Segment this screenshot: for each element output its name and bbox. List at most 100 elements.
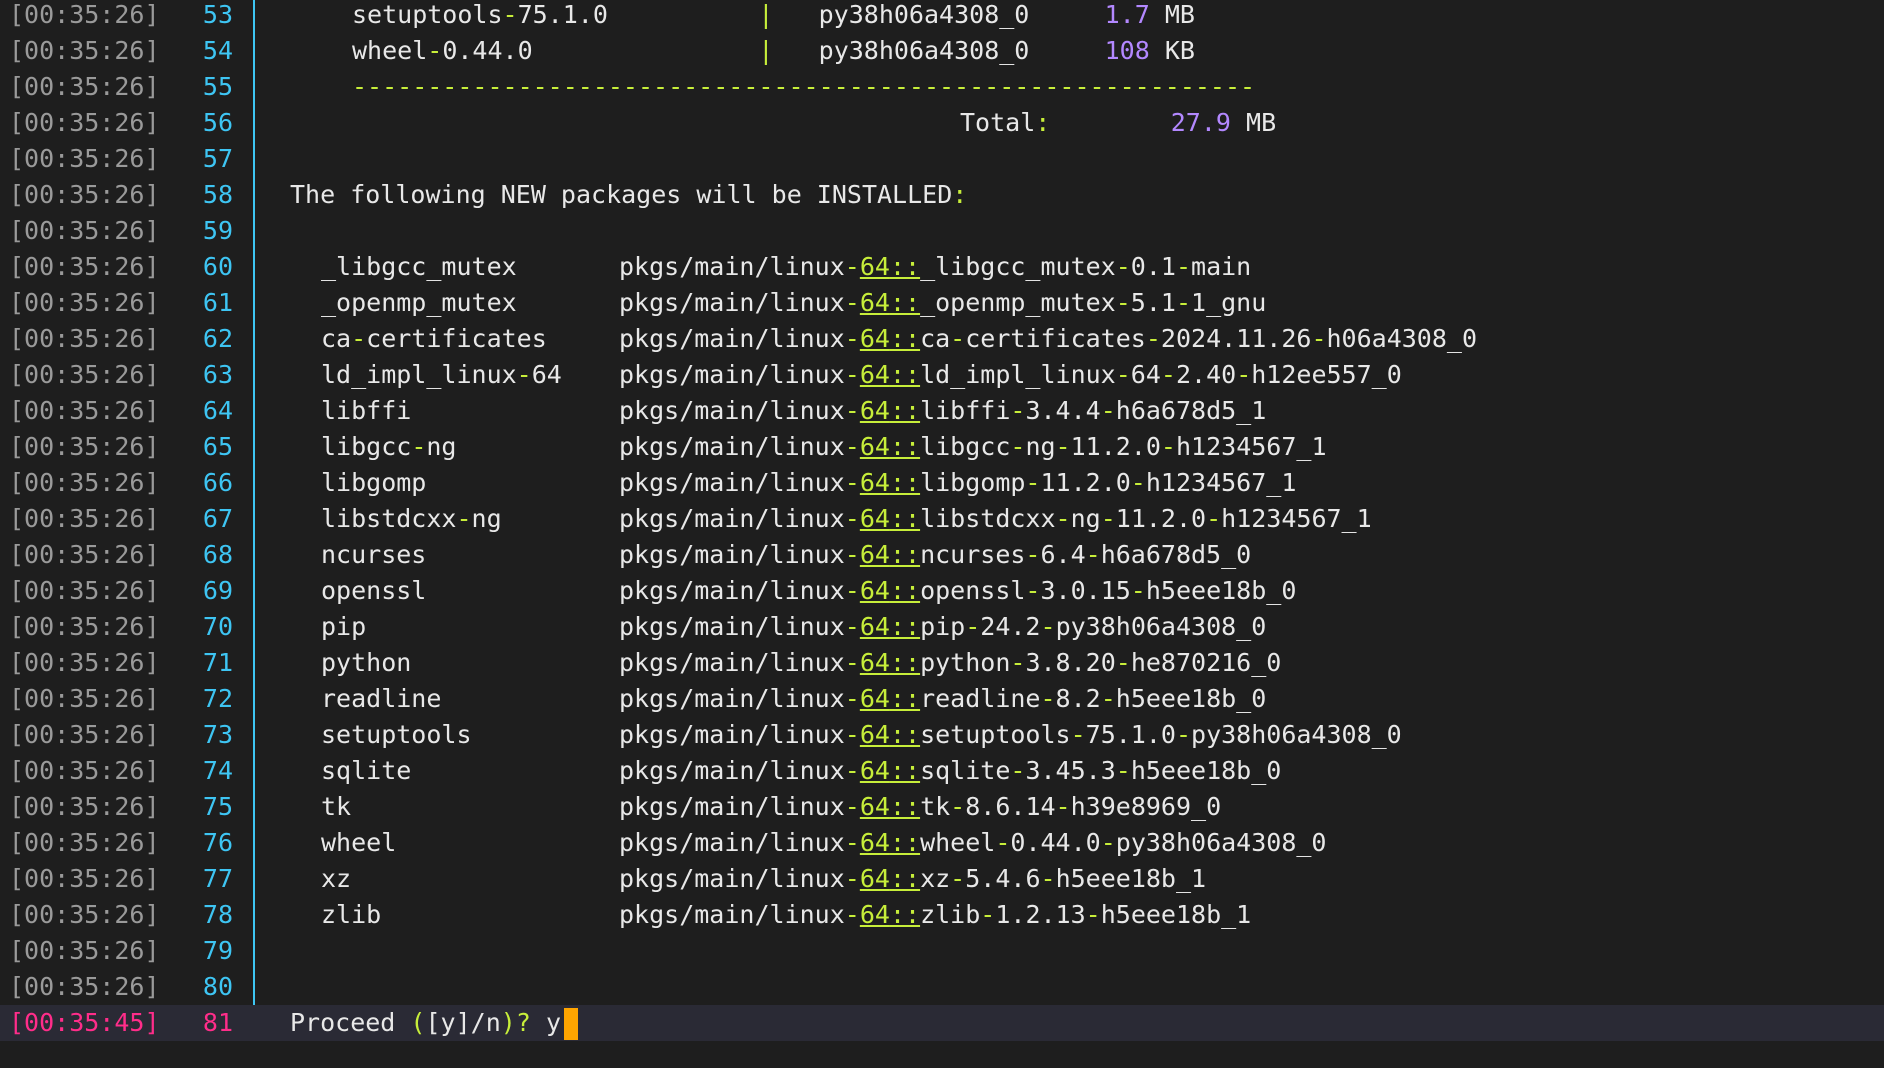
package-name: ncurses	[321, 540, 427, 569]
terminal-line: [00:35:26] 75 tk pkgs/main/linux-64::tk-8.6…	[0, 789, 1884, 825]
channel-separator: ::	[889, 360, 921, 389]
terminal-line: [00:35:26] 53 setuptools-75.1.0 | py38h06a…	[0, 0, 1884, 33]
line-content: tk pkgs/main/linux-64::tk-8.6.14-h39e8969…	[321, 789, 1221, 825]
channel-hyphen: -	[844, 468, 860, 497]
line-number: 62	[202, 324, 233, 353]
line-number: 65	[202, 432, 233, 461]
terminal-line: [00:35:26] 63 ld_impl_linux-64 pkgs/main/li…	[0, 357, 1884, 393]
package-spec: libgomp-11.2.0-h1234567_1	[920, 468, 1297, 497]
text-cursor	[564, 1008, 578, 1040]
channel-separator: ::	[889, 396, 921, 425]
package-spec: wheel-0.44.0-py38h06a4308_0	[920, 828, 1327, 857]
package-spec: tk-8.6.14-h39e8969_0	[920, 792, 1222, 821]
line-content: Proceed ([y]/n)? y	[290, 1005, 578, 1041]
channel-hyphen: -	[844, 252, 860, 281]
package-spec: _openmp_mutex-5.1-1_gnu	[920, 288, 1267, 317]
line-number: 63	[202, 360, 233, 389]
line-number: 53	[202, 0, 233, 29]
terminal-line: [00:35:26] 62 ca-certificates pkgs/main/lin…	[0, 321, 1884, 357]
package-name: libffi	[321, 396, 412, 425]
channel-arch: 64	[859, 720, 890, 749]
channel-separator: ::	[889, 540, 921, 569]
terminal-line: [00:35:26] 68 ncurses pkgs/main/linux-64::n…	[0, 537, 1884, 573]
line-number: 60	[202, 252, 233, 281]
channel-separator: ::	[889, 828, 921, 857]
terminal-line: [00:35:26] 78 zlib pkgs/main/linux-64::zlib…	[0, 897, 1884, 933]
terminal-line: [00:35:26] 71 python pkgs/main/linux-64::py…	[0, 645, 1884, 681]
package-name: openssl	[321, 576, 427, 605]
total-label: Total	[960, 108, 1036, 137]
terminal-line: [00:35:26] 74 sqlite pkgs/main/linux-64::sq…	[0, 753, 1884, 789]
channel-arch: 64	[859, 576, 890, 605]
package-spec: zlib-1.2.13-h5eee18b_1	[920, 900, 1252, 929]
package-spec: python-3.8.20-he870216_0	[920, 648, 1282, 677]
prompt-input[interactable]: y	[546, 1008, 561, 1037]
package-name: ca-certificates	[321, 324, 547, 353]
channel-hyphen: -	[844, 396, 860, 425]
line-content: _libgcc_mutex pkgs/main/linux-64::_libgcc…	[321, 249, 1251, 285]
terminal-line: [00:35:26] 76 wheel pkgs/main/linux-64::whe…	[0, 825, 1884, 861]
channel-separator: ::	[889, 324, 921, 353]
prompt-alt-option: /n	[470, 1008, 501, 1037]
channel-path: pkgs/main/linux	[619, 288, 845, 317]
line-number: 72	[202, 684, 233, 713]
channel-hyphen: -	[844, 648, 860, 677]
line-content: libgcc-ng pkgs/main/linux-64::libgcc-ng-1…	[321, 429, 1327, 465]
line-number: 70	[202, 612, 233, 641]
package-spec: ld_impl_linux-64-2.40-h12ee557_0	[920, 360, 1402, 389]
channel-path: pkgs/main/linux	[619, 720, 845, 749]
package-name: _libgcc_mutex	[321, 252, 517, 281]
terminal-line: [00:35:26] 60 _libgcc_mutex pkgs/main/linux…	[0, 249, 1884, 285]
line-content: ld_impl_linux-64 pkgs/main/linux-64::ld_i…	[321, 357, 1402, 393]
channel-arch: 64	[859, 900, 890, 929]
proceed-prompt: Proceed	[290, 1008, 396, 1037]
channel-arch: 64	[859, 504, 890, 533]
terminal-line: [00:35:26] 56 Total: 27.9 MB	[0, 105, 1884, 141]
channel-path: pkgs/main/linux	[619, 864, 845, 893]
package-spec: xz-5.4.6-h5eee18b_1	[920, 864, 1207, 893]
total-size: 27.9	[1170, 108, 1231, 137]
channel-separator: ::	[889, 720, 921, 749]
line-content: setuptools pkgs/main/linux-64::setuptools…	[321, 717, 1402, 753]
package-name: wheel	[321, 828, 397, 857]
terminal-line: [00:35:26] 66 libgomp pkgs/main/linux-64::l…	[0, 465, 1884, 501]
channel-path: pkgs/main/linux	[619, 252, 845, 281]
line-number: 69	[202, 576, 233, 605]
line-number: 66	[202, 468, 233, 497]
line-content: libffi pkgs/main/linux-64::libffi-3.4.4-h…	[321, 393, 1266, 429]
terminal-window[interactable]: [00:35:26] 53 setuptools-75.1.0 | py38h06a…	[0, 0, 1884, 1068]
channel-path: pkgs/main/linux	[619, 648, 845, 677]
line-content: The following NEW packages will be INSTA…	[290, 177, 967, 213]
terminal-line: [00:35:26] 57	[0, 141, 1884, 177]
package-spec: libstdcxx-ng-11.2.0-h1234567_1	[920, 504, 1372, 533]
channel-hyphen: -	[844, 288, 860, 317]
line-number: 54	[202, 36, 233, 65]
channel-hyphen: -	[844, 540, 860, 569]
channel-arch: 64	[859, 468, 890, 497]
line-number: 67	[202, 504, 233, 533]
package-spec: ca-certificates-2024.11.26-h06a4308_0	[920, 324, 1478, 353]
channel-path: pkgs/main/linux	[619, 756, 845, 785]
channel-hyphen: -	[844, 576, 860, 605]
channel-separator: ::	[889, 612, 921, 641]
package-spec: readline-8.2-h5eee18b_0	[920, 684, 1267, 713]
terminal-line: [00:35:26] 77 xz pkgs/main/linux-64::xz-5.4…	[0, 861, 1884, 897]
prompt-paren-close: )	[500, 1008, 516, 1037]
package-size: 108	[1104, 36, 1150, 65]
channel-hyphen: -	[844, 360, 860, 389]
channel-path: pkgs/main/linux	[619, 828, 845, 857]
line-content: Total: 27.9 MB	[960, 105, 1276, 141]
channel-hyphen: -	[844, 324, 860, 353]
line-content: ncurses pkgs/main/linux-64::ncurses-6.4-h…	[321, 537, 1251, 573]
build-string: py38h06a4308_0	[818, 36, 1030, 65]
line-number: 68	[202, 540, 233, 569]
channel-path: pkgs/main/linux	[619, 432, 845, 461]
package-name: setuptools	[321, 720, 472, 749]
package-name: libgomp	[321, 468, 427, 497]
package-spec: ncurses-6.4-h6a678d5_0	[920, 540, 1252, 569]
line-content: xz pkgs/main/linux-64::xz-5.4.6-h5eee18b_…	[321, 861, 1206, 897]
package-name: tk	[321, 792, 352, 821]
line-content: zlib pkgs/main/linux-64::zlib-1.2.13-h5ee…	[321, 897, 1251, 933]
line-number: 56	[202, 108, 233, 137]
package-name: xz	[321, 864, 352, 893]
